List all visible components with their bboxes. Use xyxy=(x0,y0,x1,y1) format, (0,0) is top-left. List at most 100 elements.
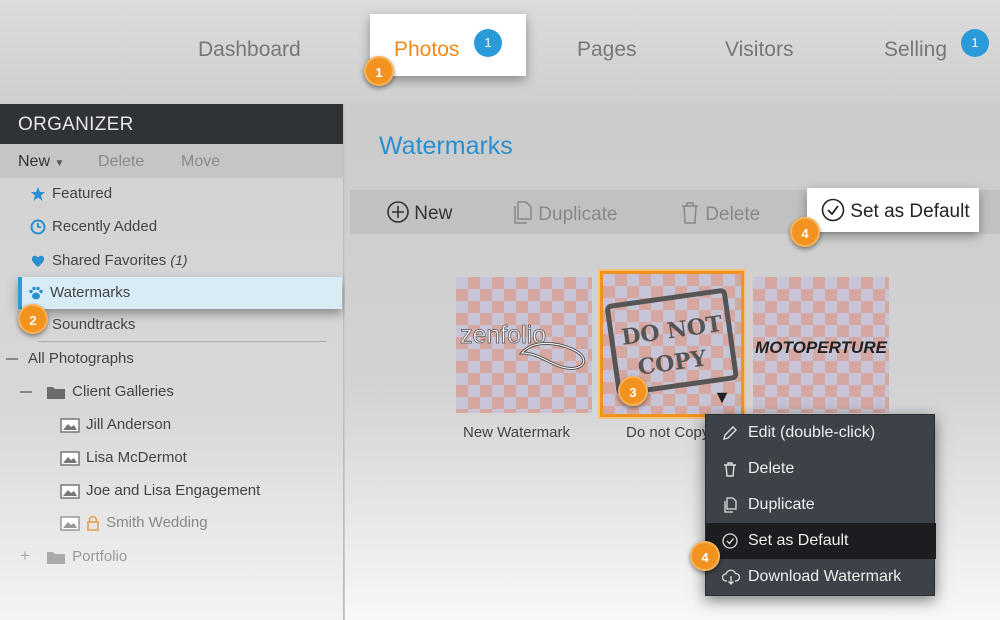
pencil-icon xyxy=(723,426,737,440)
duplicate-button[interactable]: Duplicate xyxy=(511,201,618,226)
menu-item-label: Edit (double-click) xyxy=(748,424,876,441)
menu-item-download-watermark[interactable]: Download Watermark xyxy=(706,559,936,595)
menu-item-duplicate[interactable]: Duplicate xyxy=(706,487,936,523)
tab-photos[interactable]: Photos xyxy=(394,38,459,62)
gallery-smith-wedding[interactable]: Smith Wedding xyxy=(60,511,208,535)
image-icon xyxy=(60,516,80,531)
tree-portfolio[interactable]: + Portfolio xyxy=(20,544,127,568)
menu-item-label: Delete xyxy=(748,460,795,477)
thumbnail-context-menu: Edit (double-click) Delete Duplicate Set… xyxy=(705,414,936,596)
zenfolio-logo: zenfolio xyxy=(460,321,586,370)
tree-all-photographs[interactable]: All Photographs xyxy=(6,347,134,371)
step-badge-1: 1 xyxy=(364,56,394,86)
image-icon xyxy=(60,418,80,433)
trash-icon xyxy=(682,202,698,224)
thumbnail-menu-arrow-icon[interactable]: ▼ xyxy=(713,387,731,408)
check-circle-icon xyxy=(821,198,845,222)
organizer-sidebar: ORGANIZER New ▼ Delete Move Featured Rec… xyxy=(0,104,344,620)
plus-circle-icon xyxy=(387,201,409,223)
lock-icon xyxy=(87,515,99,531)
check-circle-icon xyxy=(722,533,738,549)
gallery-label: Joe and Lisa Engagement xyxy=(86,482,261,499)
sidebar-item-soundtracks[interactable]: Soundtracks xyxy=(52,313,135,337)
cloud-download-icon xyxy=(722,569,740,585)
sidebar-item-label: Watermarks xyxy=(50,284,131,301)
set-as-default-content: Set as Default xyxy=(821,198,970,223)
collapse-icon[interactable] xyxy=(6,358,18,361)
delete-label: Delete xyxy=(705,204,761,225)
menu-item-label: Set as Default xyxy=(748,532,849,549)
tree-label: Client Galleries xyxy=(72,383,174,400)
caret-down-icon: ▼ xyxy=(54,158,65,169)
menu-item-label: Download Watermark xyxy=(748,568,902,585)
clock-icon xyxy=(30,219,46,235)
gallery-jill-anderson[interactable]: Jill Anderson xyxy=(60,413,171,437)
gallery-lisa-mcdermot[interactable]: Lisa McDermot xyxy=(60,446,187,470)
gallery-label: Jill Anderson xyxy=(86,416,172,433)
stamp-line-1: DO NOT xyxy=(620,311,725,351)
watermarks-row-content: Watermarks xyxy=(28,281,130,305)
folder-icon xyxy=(47,387,66,400)
duplicate-label: Duplicate xyxy=(538,204,618,225)
set-as-default-button[interactable]: Set as Default xyxy=(807,188,979,232)
menu-item-label: Duplicate xyxy=(748,496,815,513)
tree-label: All Photographs xyxy=(28,350,134,367)
heart-icon xyxy=(31,255,45,268)
trash-icon xyxy=(724,462,736,477)
sidebar-item-featured[interactable]: Featured xyxy=(30,182,112,206)
watermark-thumbnail-zenfolio[interactable]: zenfolio xyxy=(456,277,592,413)
selling-count-badge: 1 xyxy=(961,29,989,57)
tab-selling[interactable]: Selling xyxy=(884,38,947,62)
duplicate-icon xyxy=(724,497,737,513)
set-as-default-label: Set as Default xyxy=(850,201,970,222)
sidebar-item-label: Recently Added xyxy=(52,218,158,235)
tree-label: Portfolio xyxy=(72,548,128,565)
gallery-label: Lisa McDermot xyxy=(86,449,187,466)
watermark-thumbnail-motoperture[interactable]: MOTOPERTURE xyxy=(753,277,889,413)
collapse-icon[interactable] xyxy=(20,391,32,394)
sidebar-item-watermarks[interactable]: Watermarks xyxy=(18,277,342,309)
gallery-joe-and-lisa-engagement[interactable]: Joe and Lisa Engagement xyxy=(60,479,260,503)
tab-visitors[interactable]: Visitors xyxy=(725,38,793,62)
thumbnail-label: Do not Copy xyxy=(626,424,710,441)
shared-favorites-count: (1) xyxy=(170,252,188,268)
organizer-new-label: New xyxy=(18,153,51,170)
thumbnail-label: New Watermark xyxy=(463,424,570,441)
organizer-delete-button[interactable]: Delete xyxy=(98,153,144,171)
step-badge-2: 2 xyxy=(18,304,48,334)
folder-icon xyxy=(47,552,66,565)
organizer-new-button[interactable]: New ▼ xyxy=(18,153,64,171)
tab-pages[interactable]: Pages xyxy=(577,38,637,62)
sidebar-item-label: Soundtracks xyxy=(52,316,136,333)
duplicate-icon xyxy=(514,201,532,224)
new-label: New xyxy=(414,203,453,224)
step-badge-4-toolbar: 4 xyxy=(790,217,820,247)
gallery-label: Smith Wedding xyxy=(106,514,208,531)
menu-item-edit[interactable]: Edit (double-click) xyxy=(706,415,936,451)
tab-dashboard[interactable]: Dashboard xyxy=(198,38,301,62)
delete-button[interactable]: Delete xyxy=(680,201,760,226)
page-title: Watermarks xyxy=(379,132,513,160)
step-badge-4-menu: 4 xyxy=(690,541,720,571)
tree-client-galleries[interactable]: Client Galleries xyxy=(20,380,174,404)
top-navigation: Dashboard Photos 1 Pages Visitors Sellin… xyxy=(0,0,1000,104)
sidebar-item-label: Featured xyxy=(52,185,113,202)
step-badge-3: 3 xyxy=(618,376,648,406)
menu-item-delete[interactable]: Delete xyxy=(706,451,936,487)
organizer-header: ORGANIZER xyxy=(0,104,343,144)
motoperture-logo: MOTOPERTURE xyxy=(755,338,888,357)
stamp-line-2: COPY xyxy=(636,345,708,380)
motoperture-text: MOTOPERTURE xyxy=(755,338,888,357)
paw-icon xyxy=(29,286,43,300)
sidebar-item-recently-added[interactable]: Recently Added xyxy=(30,215,157,239)
menu-item-set-as-default[interactable]: Set as Default xyxy=(706,523,936,559)
sidebar-item-label: Shared Favorites xyxy=(52,252,167,269)
organizer-move-button[interactable]: Move xyxy=(181,153,220,171)
organizer-toolbar: New ▼ Delete Move xyxy=(0,144,343,178)
expand-icon[interactable]: + xyxy=(20,544,32,568)
new-watermark-button[interactable]: New xyxy=(387,201,452,225)
image-icon xyxy=(60,451,80,466)
sidebar-divider xyxy=(38,341,326,342)
sidebar-item-shared-favorites[interactable]: Shared Favorites (1) xyxy=(30,248,188,272)
image-icon xyxy=(60,484,80,499)
